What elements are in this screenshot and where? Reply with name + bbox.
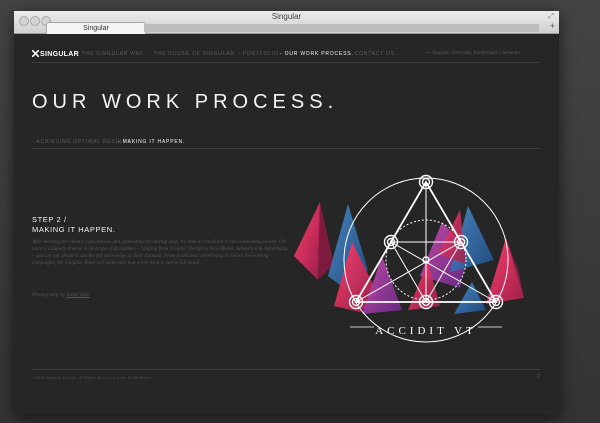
footer-copyright: ©2012 Singular Brands. All Rights Reserv… <box>32 375 152 380</box>
process-artwork: ACCIDIT VT <box>294 174 524 343</box>
new-tab-icon[interactable]: + <box>550 21 555 32</box>
tab-strip <box>144 24 539 32</box>
subnav-making-it-happen[interactable]: - MAKING IT HAPPEN. <box>118 139 185 145</box>
resize-icon[interactable]: ⤢ <box>548 13 554 21</box>
step-description: After meeting the client's expectations … <box>32 239 288 266</box>
nav-the-singular-way[interactable]: - THE SINGULAR WAY. <box>77 51 145 57</box>
step-heading: MAKING IT HAPPEN. <box>32 225 116 234</box>
footer-divider <box>32 369 540 370</box>
nav-house-of-singular[interactable]: - THE HOUSE OF SINGULAR. <box>149 51 237 57</box>
header-divider <box>32 62 540 63</box>
pyramid-shapes <box>294 202 524 314</box>
artwork-motto: ACCIDIT VT <box>375 325 477 337</box>
pyramid-shape <box>294 202 320 280</box>
page-title: OUR WORK PROCESS. <box>32 91 339 113</box>
photo-credit: Photography by Edith Valle <box>32 292 90 298</box>
photographer-link[interactable]: Edith Valle <box>67 292 90 298</box>
subnav-divider <box>32 148 540 149</box>
logo-text: SINGULAR <box>40 51 79 58</box>
nav-contact-us[interactable]: - CONTACT US. <box>350 51 397 57</box>
photo-credit-prefix: Photography by <box>32 292 66 298</box>
singular-logo[interactable]: SINGULAR <box>31 49 79 58</box>
step-title: STEP 2 / MAKING IT HAPPEN. <box>32 215 115 235</box>
browser-window: Singular ⤢ Singular + SINGULAR - THE SIN… <box>14 11 559 415</box>
nav-our-work-process[interactable]: - OUR WORK PROCESS. <box>280 51 354 57</box>
window-titlebar[interactable]: Singular ⤢ Singular + <box>14 11 559 34</box>
browser-tab[interactable]: Singular <box>46 22 146 34</box>
inner-line <box>390 241 427 303</box>
nav-portfolio[interactable]: - PORTFOLIO. <box>238 51 281 57</box>
tagline: — Singular Diversity, Intellectual Chara… <box>426 50 522 56</box>
page-number: 2 <box>537 374 540 380</box>
step-number: STEP 2 / <box>32 215 67 224</box>
logo-mark-icon <box>31 49 40 58</box>
